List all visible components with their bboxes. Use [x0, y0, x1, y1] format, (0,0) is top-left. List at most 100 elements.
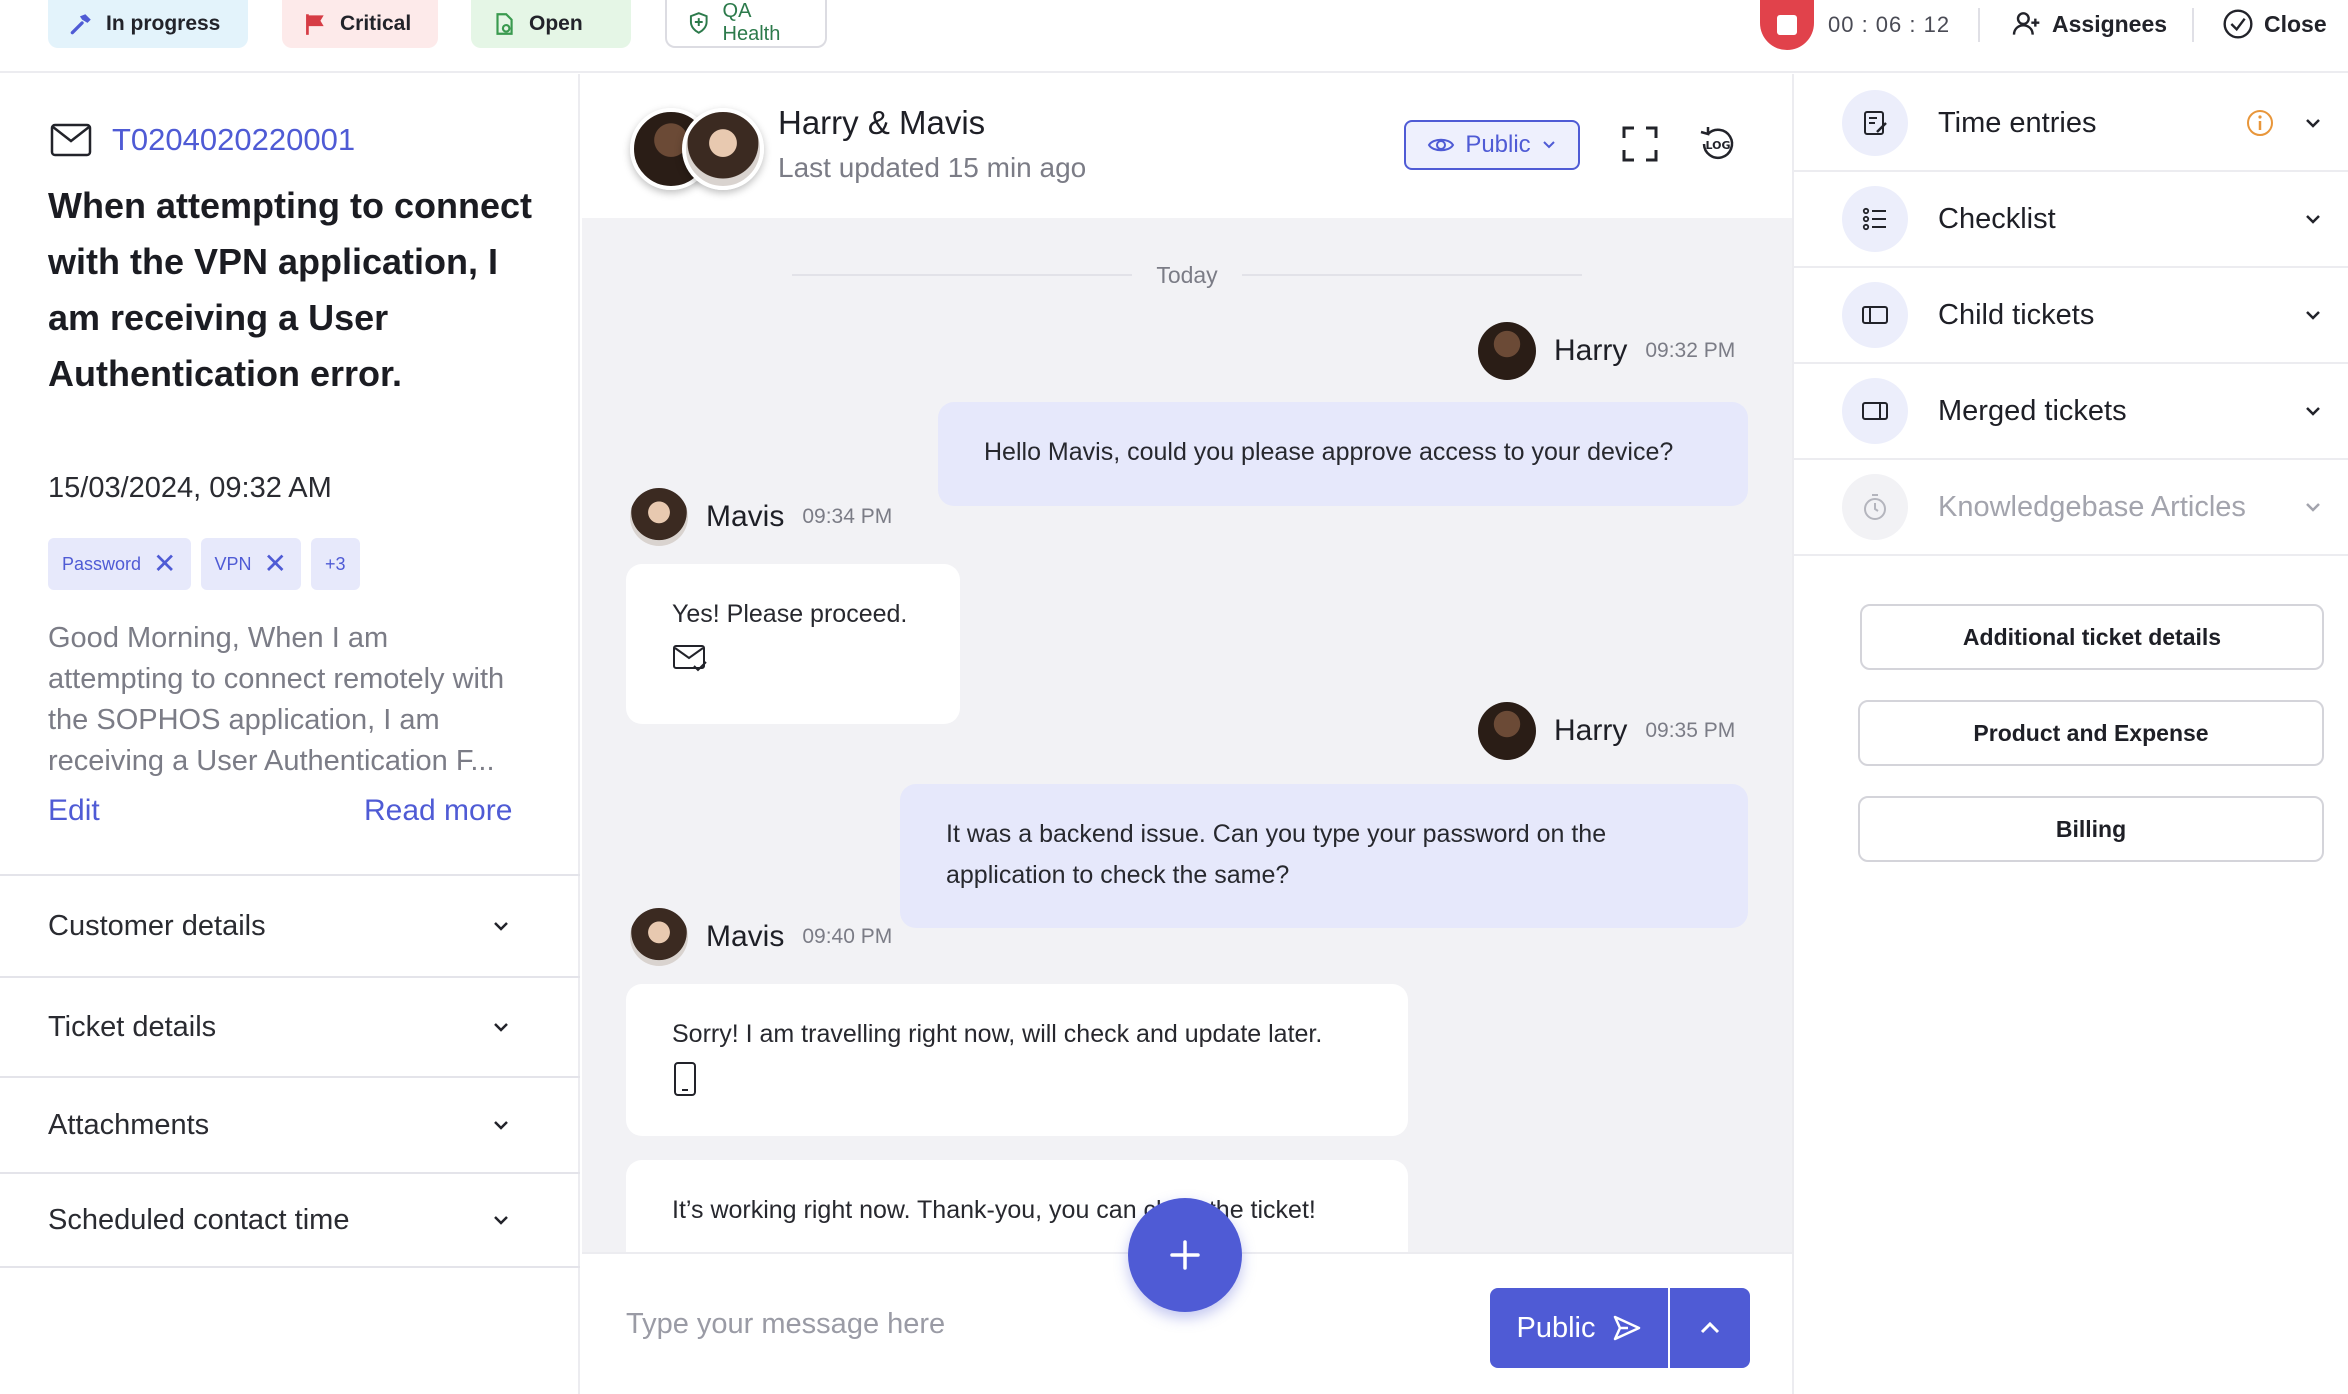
tag-list: Password ✕ VPN ✕ +3: [48, 538, 360, 590]
accordion-ticket-details[interactable]: Ticket details: [0, 976, 580, 1076]
plus-icon: [1170, 1240, 1200, 1270]
assignees-button[interactable]: Assignees: [2010, 8, 2167, 40]
product-and-expense-button[interactable]: Product and Expense: [1858, 700, 2324, 766]
divider: [1978, 8, 1980, 42]
message-list[interactable]: Today Harry 09:32 PM Hello Mavis, could …: [582, 218, 1792, 1252]
section-time-entries[interactable]: Time entries: [1794, 76, 2348, 172]
message-bubble-outgoing: It was a backend issue. Can you type you…: [900, 784, 1748, 928]
more-tags-button[interactable]: +3: [310, 538, 360, 590]
send-options-button[interactable]: [1670, 1288, 1750, 1368]
ticket-id[interactable]: T0204020220001: [112, 122, 355, 158]
qa-label: QA Health: [722, 0, 781, 45]
accordion-label: Ticket details: [48, 1010, 217, 1043]
checklist-icon: [1842, 186, 1908, 252]
remove-tag-icon[interactable]: ✕: [264, 550, 287, 578]
edit-link[interactable]: Edit: [48, 794, 100, 828]
message-time: 09:34 PM: [802, 505, 893, 528]
send-icon: [1613, 1315, 1640, 1341]
ticket-sidebar: Time entries Checklist Child tickets Mer…: [1792, 74, 2348, 1394]
visibility-select[interactable]: Public: [1404, 120, 1580, 170]
conversation-title: Harry & Mavis: [778, 104, 986, 141]
hammer-icon: [70, 14, 91, 35]
chevron-up-icon: [1700, 1321, 1720, 1334]
mobile-icon: [674, 1062, 696, 1096]
section-merged-tickets[interactable]: Merged tickets: [1794, 364, 2348, 460]
document-icon: [496, 13, 513, 35]
ticket-title: When attempting to connect with the VPN …: [48, 185, 532, 394]
message-bubble-incoming: Yes! Please proceed.: [626, 564, 960, 724]
message-time: 09:40 PM: [802, 925, 893, 948]
billing-button[interactable]: Billing: [1858, 796, 2324, 862]
chevron-down-icon: [2306, 503, 2320, 512]
chevron-down-icon: [2306, 311, 2320, 320]
log-icon[interactable]: LOG: [1696, 122, 1740, 166]
avatar: [1478, 702, 1536, 760]
message-input[interactable]: Type your message here: [626, 1308, 945, 1341]
child-tickets-icon: [1842, 282, 1908, 348]
accordion-scheduled-contact-time[interactable]: Scheduled contact time: [0, 1172, 580, 1268]
send-label: Public: [1516, 1311, 1596, 1344]
message-sender-harry: Harry 09:35 PM: [1478, 702, 1735, 760]
accordion-label: Customer details: [48, 909, 266, 942]
add-user-icon: [2012, 12, 2040, 35]
add-button[interactable]: [1128, 1198, 1242, 1312]
section-label: Merged tickets: [1938, 394, 2127, 427]
fullscreen-icon[interactable]: [1618, 122, 1662, 166]
top-bar: In progress Critical Open QA Health 00 :…: [0, 0, 2348, 73]
visibility-label: Public: [1465, 131, 1531, 158]
svg-text:LOG: LOG: [1706, 139, 1731, 152]
assignees-label: Assignees: [2052, 10, 2168, 37]
stop-recording-button[interactable]: [1760, 0, 1814, 50]
check-circle-icon: [2223, 9, 2253, 39]
time-entries-icon: [1842, 90, 1908, 156]
ticket-description: Good Morning, When I am attempting to co…: [48, 622, 505, 777]
send-button[interactable]: Public: [1490, 1288, 1668, 1368]
shield-icon: [689, 12, 708, 34]
tag-label: Password: [62, 553, 142, 574]
qa-health-pill[interactable]: QA Health: [665, 0, 827, 48]
message-time: 09:35 PM: [1645, 719, 1736, 742]
stop-icon: [1777, 15, 1797, 35]
message-text: Yes! Please proceed.: [672, 600, 908, 628]
state-label: Open: [529, 12, 583, 35]
read-more-link[interactable]: Read more: [364, 794, 512, 828]
additional-ticket-details-button[interactable]: Additional ticket details: [1860, 604, 2324, 670]
message-bubble-outgoing: Hello Mavis, could you please approve ac…: [938, 402, 1748, 506]
eye-icon: [1428, 138, 1455, 152]
close-label: Close: [2264, 10, 2327, 37]
knowledgebase-icon: [1842, 474, 1908, 540]
section-checklist[interactable]: Checklist: [1794, 172, 2348, 268]
sender-name: Mavis: [706, 500, 785, 533]
message-bubble-incoming: It’s working right now. Thank-you, you c…: [626, 1160, 1408, 1252]
message-time: 09:32 PM: [1645, 339, 1736, 362]
tag-label: VPN: [214, 553, 252, 574]
chevron-down-icon: [494, 1216, 508, 1225]
section-knowledgebase-articles[interactable]: Knowledgebase Articles: [1794, 460, 2348, 556]
conversation-last-updated: Last updated 15 min ago: [778, 152, 1087, 183]
state-open-pill[interactable]: Open: [471, 0, 631, 48]
mail-check-icon: [673, 645, 707, 672]
ticket-date: 15/03/2024, 09:32 AM: [48, 472, 332, 504]
chevron-down-icon: [494, 922, 508, 931]
status-label: In progress: [106, 12, 221, 35]
section-label: Child tickets: [1938, 298, 2095, 331]
info-icon[interactable]: [2246, 109, 2274, 137]
sender-name: Mavis: [706, 920, 785, 953]
chevron-down-icon: [494, 1023, 508, 1032]
avatar: [630, 488, 688, 546]
priority-label: Critical: [340, 12, 412, 35]
close-ticket-button[interactable]: Close: [2222, 8, 2327, 40]
tag-password: Password ✕: [48, 538, 191, 590]
message-composer: Type your message here Public: [582, 1198, 1792, 1394]
accordion-customer-details[interactable]: Customer details: [0, 874, 580, 976]
accordion-attachments[interactable]: Attachments: [0, 1076, 580, 1172]
status-in-progress-pill[interactable]: In progress: [48, 0, 248, 48]
remove-tag-icon[interactable]: ✕: [153, 550, 176, 578]
chevron-down-icon: [494, 1121, 508, 1130]
chevron-down-icon: [2306, 215, 2320, 224]
chevron-down-icon: [2306, 407, 2320, 416]
section-child-tickets[interactable]: Child tickets: [1794, 268, 2348, 364]
avatar: [630, 908, 688, 966]
priority-critical-pill[interactable]: Critical: [282, 0, 438, 48]
chevron-down-icon: [2306, 119, 2320, 128]
